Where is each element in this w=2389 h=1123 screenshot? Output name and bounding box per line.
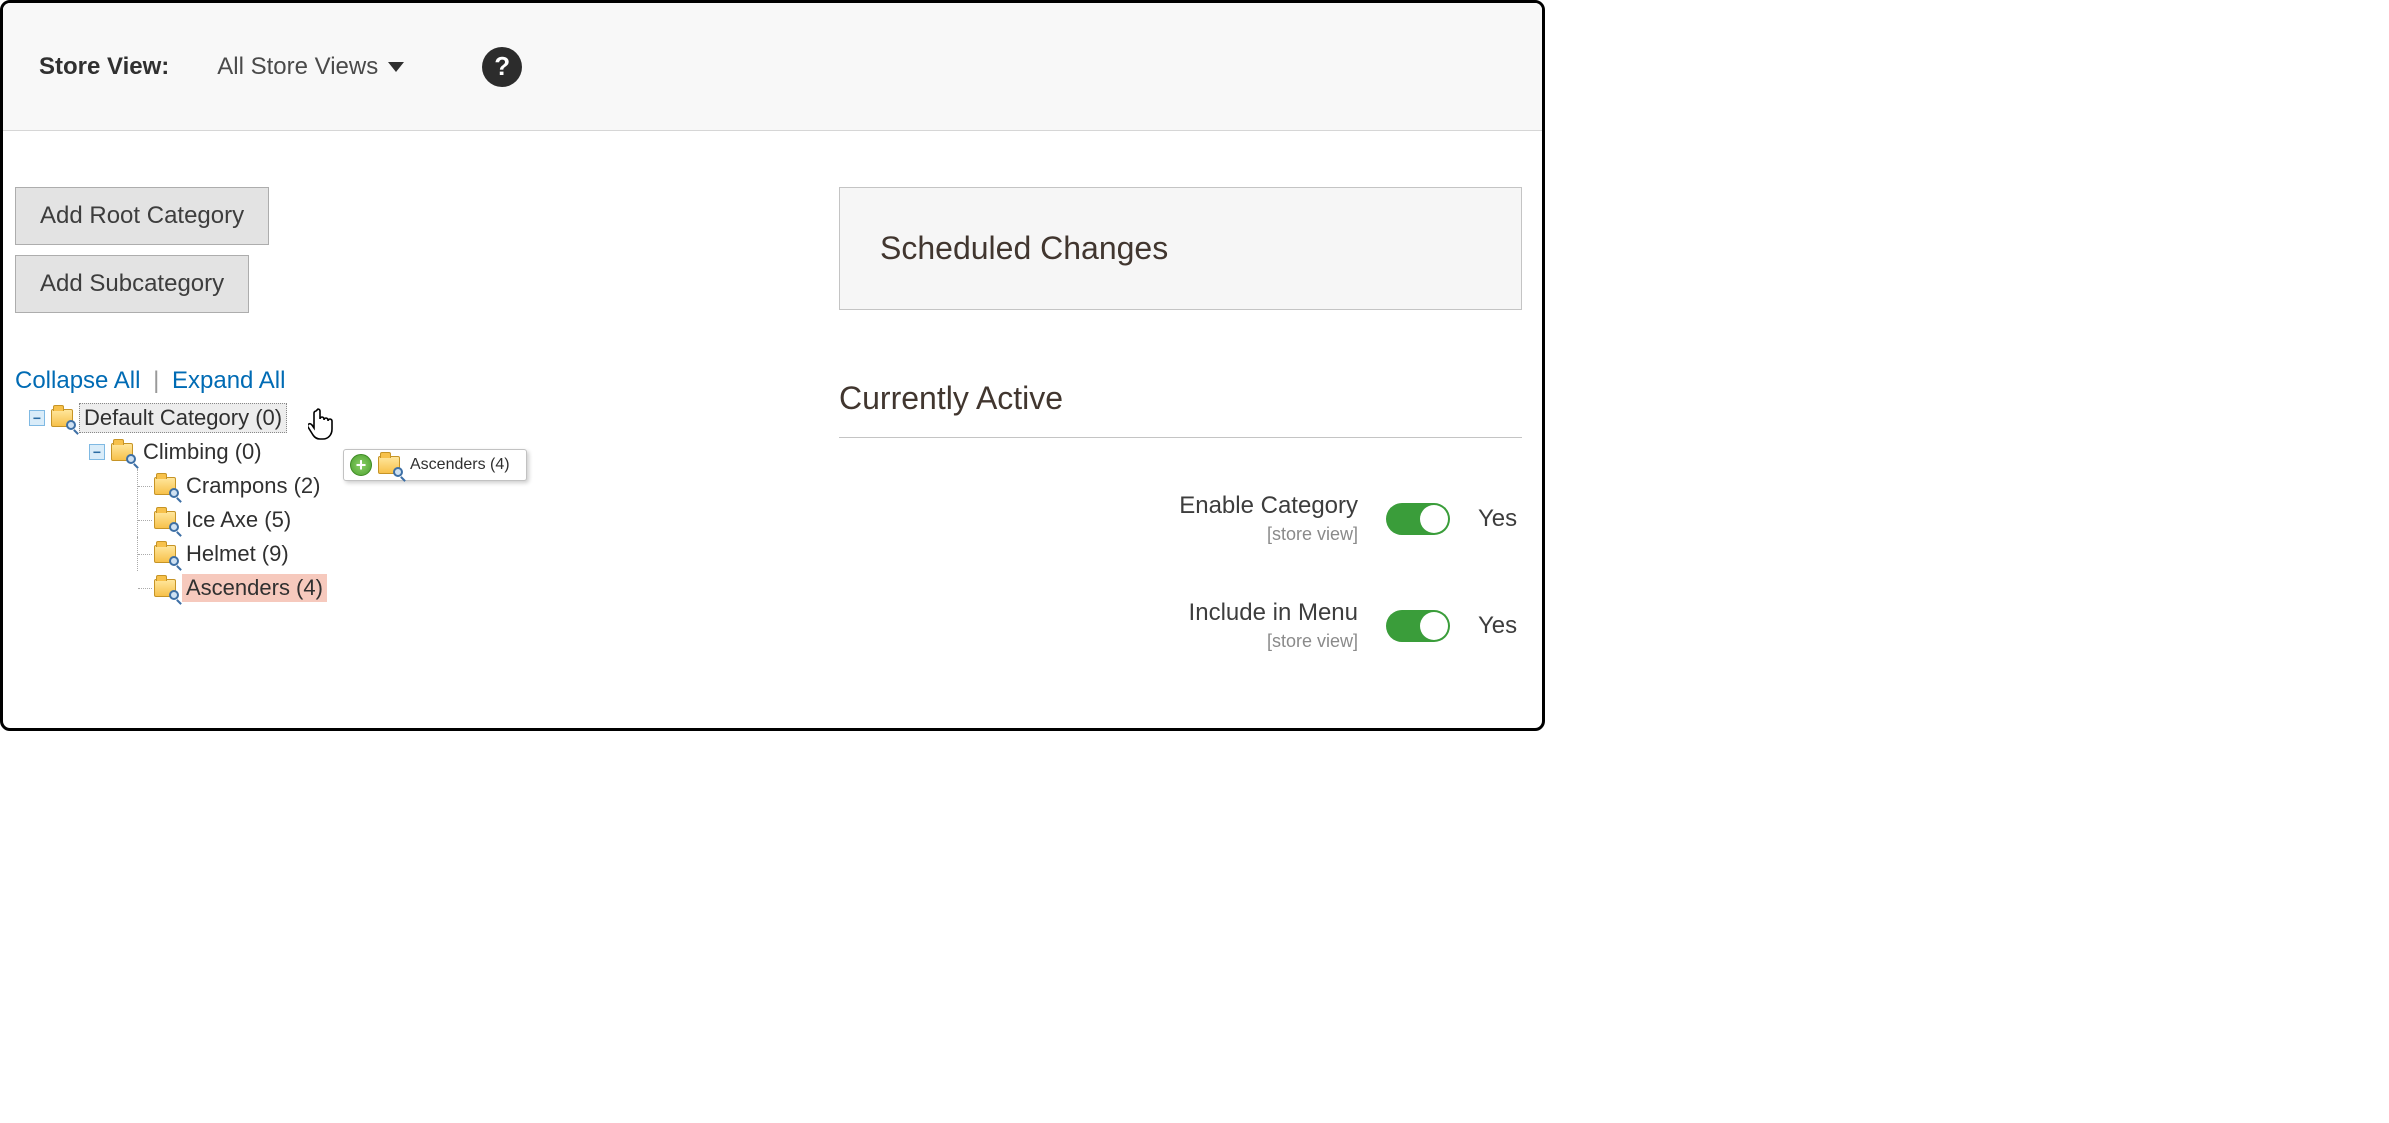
- currently-active-title: Currently Active: [839, 380, 1522, 438]
- tree-node-label: Crampons (2): [182, 472, 324, 500]
- field-label: Include in Menu: [1189, 599, 1358, 626]
- drag-ghost: + Ascenders (4): [343, 449, 527, 481]
- tree-node-helmet[interactable]: Helmet (9): [15, 537, 815, 571]
- toggle-value: Yes: [1478, 505, 1522, 533]
- plus-badge-icon: +: [350, 454, 372, 476]
- add-root-category-button[interactable]: Add Root Category: [15, 187, 269, 245]
- field-scope: [store view]: [1179, 524, 1358, 545]
- collapse-toggle-icon[interactable]: −: [29, 410, 45, 426]
- folder-icon: [154, 579, 176, 597]
- expand-all-link[interactable]: Expand All: [172, 367, 285, 394]
- field-include-in-menu: Include in Menu [store view] Yes: [839, 599, 1522, 652]
- category-tree: − Default Category (0) − Climbing (0) Cr…: [15, 401, 815, 605]
- tree-node-label: Helmet (9): [182, 540, 293, 568]
- folder-icon: [51, 409, 73, 427]
- separator: |: [153, 367, 159, 394]
- field-scope: [store view]: [1189, 631, 1358, 652]
- tree-node-label: Ice Axe (5): [182, 506, 295, 534]
- folder-icon: [378, 456, 400, 474]
- folder-icon: [154, 511, 176, 529]
- tree-node-ice-axe[interactable]: Ice Axe (5): [15, 503, 815, 537]
- include-in-menu-toggle[interactable]: [1386, 610, 1450, 642]
- scheduled-changes-title: Scheduled Changes: [880, 230, 1168, 266]
- store-view-value: All Store Views: [217, 53, 378, 81]
- folder-icon: [154, 545, 176, 563]
- add-subcategory-button[interactable]: Add Subcategory: [15, 255, 249, 313]
- topbar: Store View: All Store Views ?: [3, 3, 1542, 131]
- tree-toolbar: Collapse All | Expand All: [15, 367, 815, 395]
- tree-node-ascenders[interactable]: Ascenders (4): [15, 571, 815, 605]
- help-icon[interactable]: ?: [482, 47, 522, 87]
- drag-ghost-label: Ascenders (4): [406, 455, 514, 475]
- scheduled-changes-panel: Scheduled Changes: [839, 187, 1522, 310]
- tree-node-default-category[interactable]: − Default Category (0): [15, 401, 815, 435]
- collapse-toggle-icon[interactable]: −: [89, 444, 105, 460]
- store-view-dropdown[interactable]: All Store Views: [217, 53, 404, 81]
- tree-node-label: Ascenders (4): [182, 574, 327, 602]
- field-label: Enable Category: [1179, 492, 1358, 519]
- store-view-label: Store View:: [39, 53, 169, 81]
- collapse-all-link[interactable]: Collapse All: [15, 367, 140, 394]
- toggle-value: Yes: [1478, 612, 1522, 640]
- folder-icon: [111, 443, 133, 461]
- caret-down-icon: [388, 62, 404, 72]
- folder-icon: [154, 477, 176, 495]
- tree-node-label: Default Category (0): [79, 403, 287, 433]
- tree-node-label: Climbing (0): [139, 438, 266, 466]
- enable-category-toggle[interactable]: [1386, 503, 1450, 535]
- field-enable-category: Enable Category [store view] Yes: [839, 492, 1522, 545]
